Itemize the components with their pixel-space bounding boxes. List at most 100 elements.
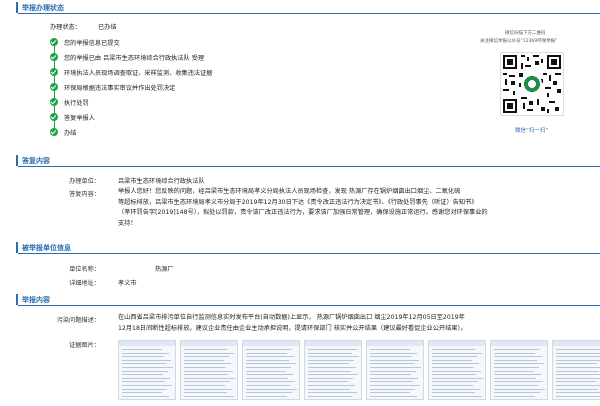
thumbnail-text-line — [184, 356, 229, 358]
thumbnail-text-line — [246, 385, 290, 386]
thumbnail-text-line — [556, 381, 596, 383]
thumbnail-text-line — [246, 374, 293, 376]
thumbnail-text-line — [370, 392, 410, 394]
thumbnail-text-line — [122, 349, 162, 350]
thumbnail-header-bar — [553, 341, 600, 346]
thumbnail-text-line — [556, 356, 600, 358]
unit-name-label: 单位名称： — [69, 266, 100, 273]
reply-content: 举报人您好！您反映的问题，经吕梁市生态环境局孝义分局执法人员现场检查，发现 热源… — [118, 187, 588, 229]
thumbnail-text-line — [122, 363, 166, 365]
description-line: 12月18日间断性超标排放。建议企业责任由企业主动承担说明，提请环保部门 核实并… — [118, 324, 467, 332]
thumbnail-text-line — [556, 385, 600, 386]
thumbnail-text-line — [556, 395, 600, 397]
thumbnail-text-line — [432, 370, 481, 372]
description-label: 污染问题描述： — [56, 317, 100, 324]
check-icon — [50, 83, 58, 91]
thumbnail-text-line — [432, 392, 475, 394]
thumbnail-text-line — [122, 374, 163, 376]
thumbnail-text-line — [494, 349, 540, 350]
thumbnail-text-line — [370, 385, 420, 386]
reply-line: （孝环罚告字[2019]148号），拟处以罚款，责令该厂改正违法行为，要求该厂加… — [118, 209, 488, 216]
thumbnail-text-line — [556, 352, 600, 354]
evidence-image[interactable] — [242, 340, 300, 400]
evidence-image[interactable] — [490, 340, 548, 400]
thumbnail-text-line — [184, 367, 226, 368]
thumbnail-text-line — [184, 392, 227, 394]
thumbnail-text-line — [122, 367, 173, 368]
thumbnail-text-line — [432, 349, 475, 350]
thumbnail-text-line — [432, 385, 473, 386]
evidence-image[interactable] — [304, 340, 362, 400]
evidence-image[interactable] — [552, 340, 600, 400]
thumbnail-text-line — [432, 395, 482, 397]
thumbnail-text-line — [370, 374, 411, 376]
thumbnail-text-line — [122, 385, 172, 386]
reply-content-label: 答复内容： — [69, 191, 100, 198]
section-title: 举报办理状态 — [22, 4, 64, 12]
thumbnail-text-line — [122, 356, 164, 358]
step-text: 执行处罚 — [64, 99, 89, 107]
thumbnail-text-line — [246, 363, 296, 365]
evidence-image[interactable] — [428, 340, 486, 400]
section-header-status: 举报办理状态 — [16, 2, 600, 14]
thumbnail-text-line — [494, 367, 539, 368]
thumbnail-text-line — [308, 374, 358, 376]
thumbnail-text-line — [122, 377, 170, 379]
thumbnail-text-line — [246, 367, 291, 368]
step-text: 您的举报已由 吕梁市生态环境综合行政执法队 受理 — [64, 54, 205, 62]
thumbnail-text-line — [432, 359, 472, 361]
thumbnail-text-line — [246, 370, 286, 372]
thumbnail-text-line — [308, 363, 349, 365]
thumbnail-text-line — [246, 388, 297, 390]
thumbnail-text-line — [494, 388, 545, 390]
check-icon — [50, 38, 58, 46]
thumbnail-text-line — [370, 356, 412, 358]
description-content: 在山西省吕梁市排污单位自行监测信息实时发布平台(自动数据)上显示， 热源厂锅炉烟… — [118, 313, 588, 334]
thumbnail-header-bar — [243, 341, 299, 346]
thumbnail-text-line — [494, 370, 534, 372]
thumbnail-text-line — [370, 395, 417, 397]
thumbnail-text-line — [494, 363, 544, 365]
thumbnail-text-line — [308, 395, 352, 397]
thumbnail-text-line — [494, 359, 537, 361]
unit-label: 办理单位： — [69, 178, 100, 185]
thumbnail-text-line — [184, 395, 234, 397]
evidence-image[interactable] — [118, 340, 176, 400]
thumbnail-text-line — [494, 374, 541, 376]
thumbnail-text-line — [246, 352, 287, 354]
section-header-report: 举报内容 — [16, 294, 600, 306]
timeline-step: 环保局根据违法事实审议并作出处罚决定 — [50, 80, 175, 94]
qr-instruction-2: 关注微信举报公众号“12369环保举报” — [480, 39, 558, 44]
step-text: 办结 — [64, 129, 77, 137]
thumbnail-text-line — [246, 392, 292, 394]
check-icon — [50, 113, 58, 121]
thumbnail-text-line — [432, 374, 476, 376]
thumbnail-text-line — [122, 381, 165, 383]
thumbnail-text-line — [494, 395, 535, 397]
thumbnail-text-line — [184, 370, 233, 372]
qr-caption: 微信“扫一扫” — [515, 128, 549, 134]
thumbnail-text-line — [308, 367, 356, 368]
reply-line: 支持！ — [118, 219, 137, 227]
thumbnail-text-line — [122, 388, 167, 390]
evidence-image[interactable] — [180, 340, 238, 400]
thumbnail-text-line — [308, 349, 357, 350]
thumbnail-text-line — [122, 370, 168, 372]
address-value: 孝义市 — [118, 280, 137, 287]
thumbnail-text-line — [432, 363, 479, 365]
section-accent-bar — [16, 2, 18, 13]
thumbnail-text-line — [432, 388, 480, 390]
unit-name-value: 热源厂 — [155, 266, 174, 273]
address-label: 详细地址： — [69, 280, 100, 287]
thumbnail-text-line — [184, 385, 225, 386]
thumbnail-text-line — [246, 349, 292, 350]
thumbnail-text-line — [432, 356, 477, 358]
timeline-step: 答复举报人 — [50, 110, 95, 124]
evidence-image[interactable] — [366, 340, 424, 400]
reply-line: 举报人您好！您反映的问题，经吕梁市生态环境局孝义分局执法人员现场检查，发现 热源… — [118, 188, 461, 195]
thumbnail-text-line — [432, 381, 478, 383]
section-accent-bar — [16, 242, 18, 253]
thumbnail-text-line — [184, 349, 227, 350]
timeline-step: 您的举报信息已提交 — [50, 35, 120, 49]
section-title: 答复内容 — [22, 157, 50, 165]
